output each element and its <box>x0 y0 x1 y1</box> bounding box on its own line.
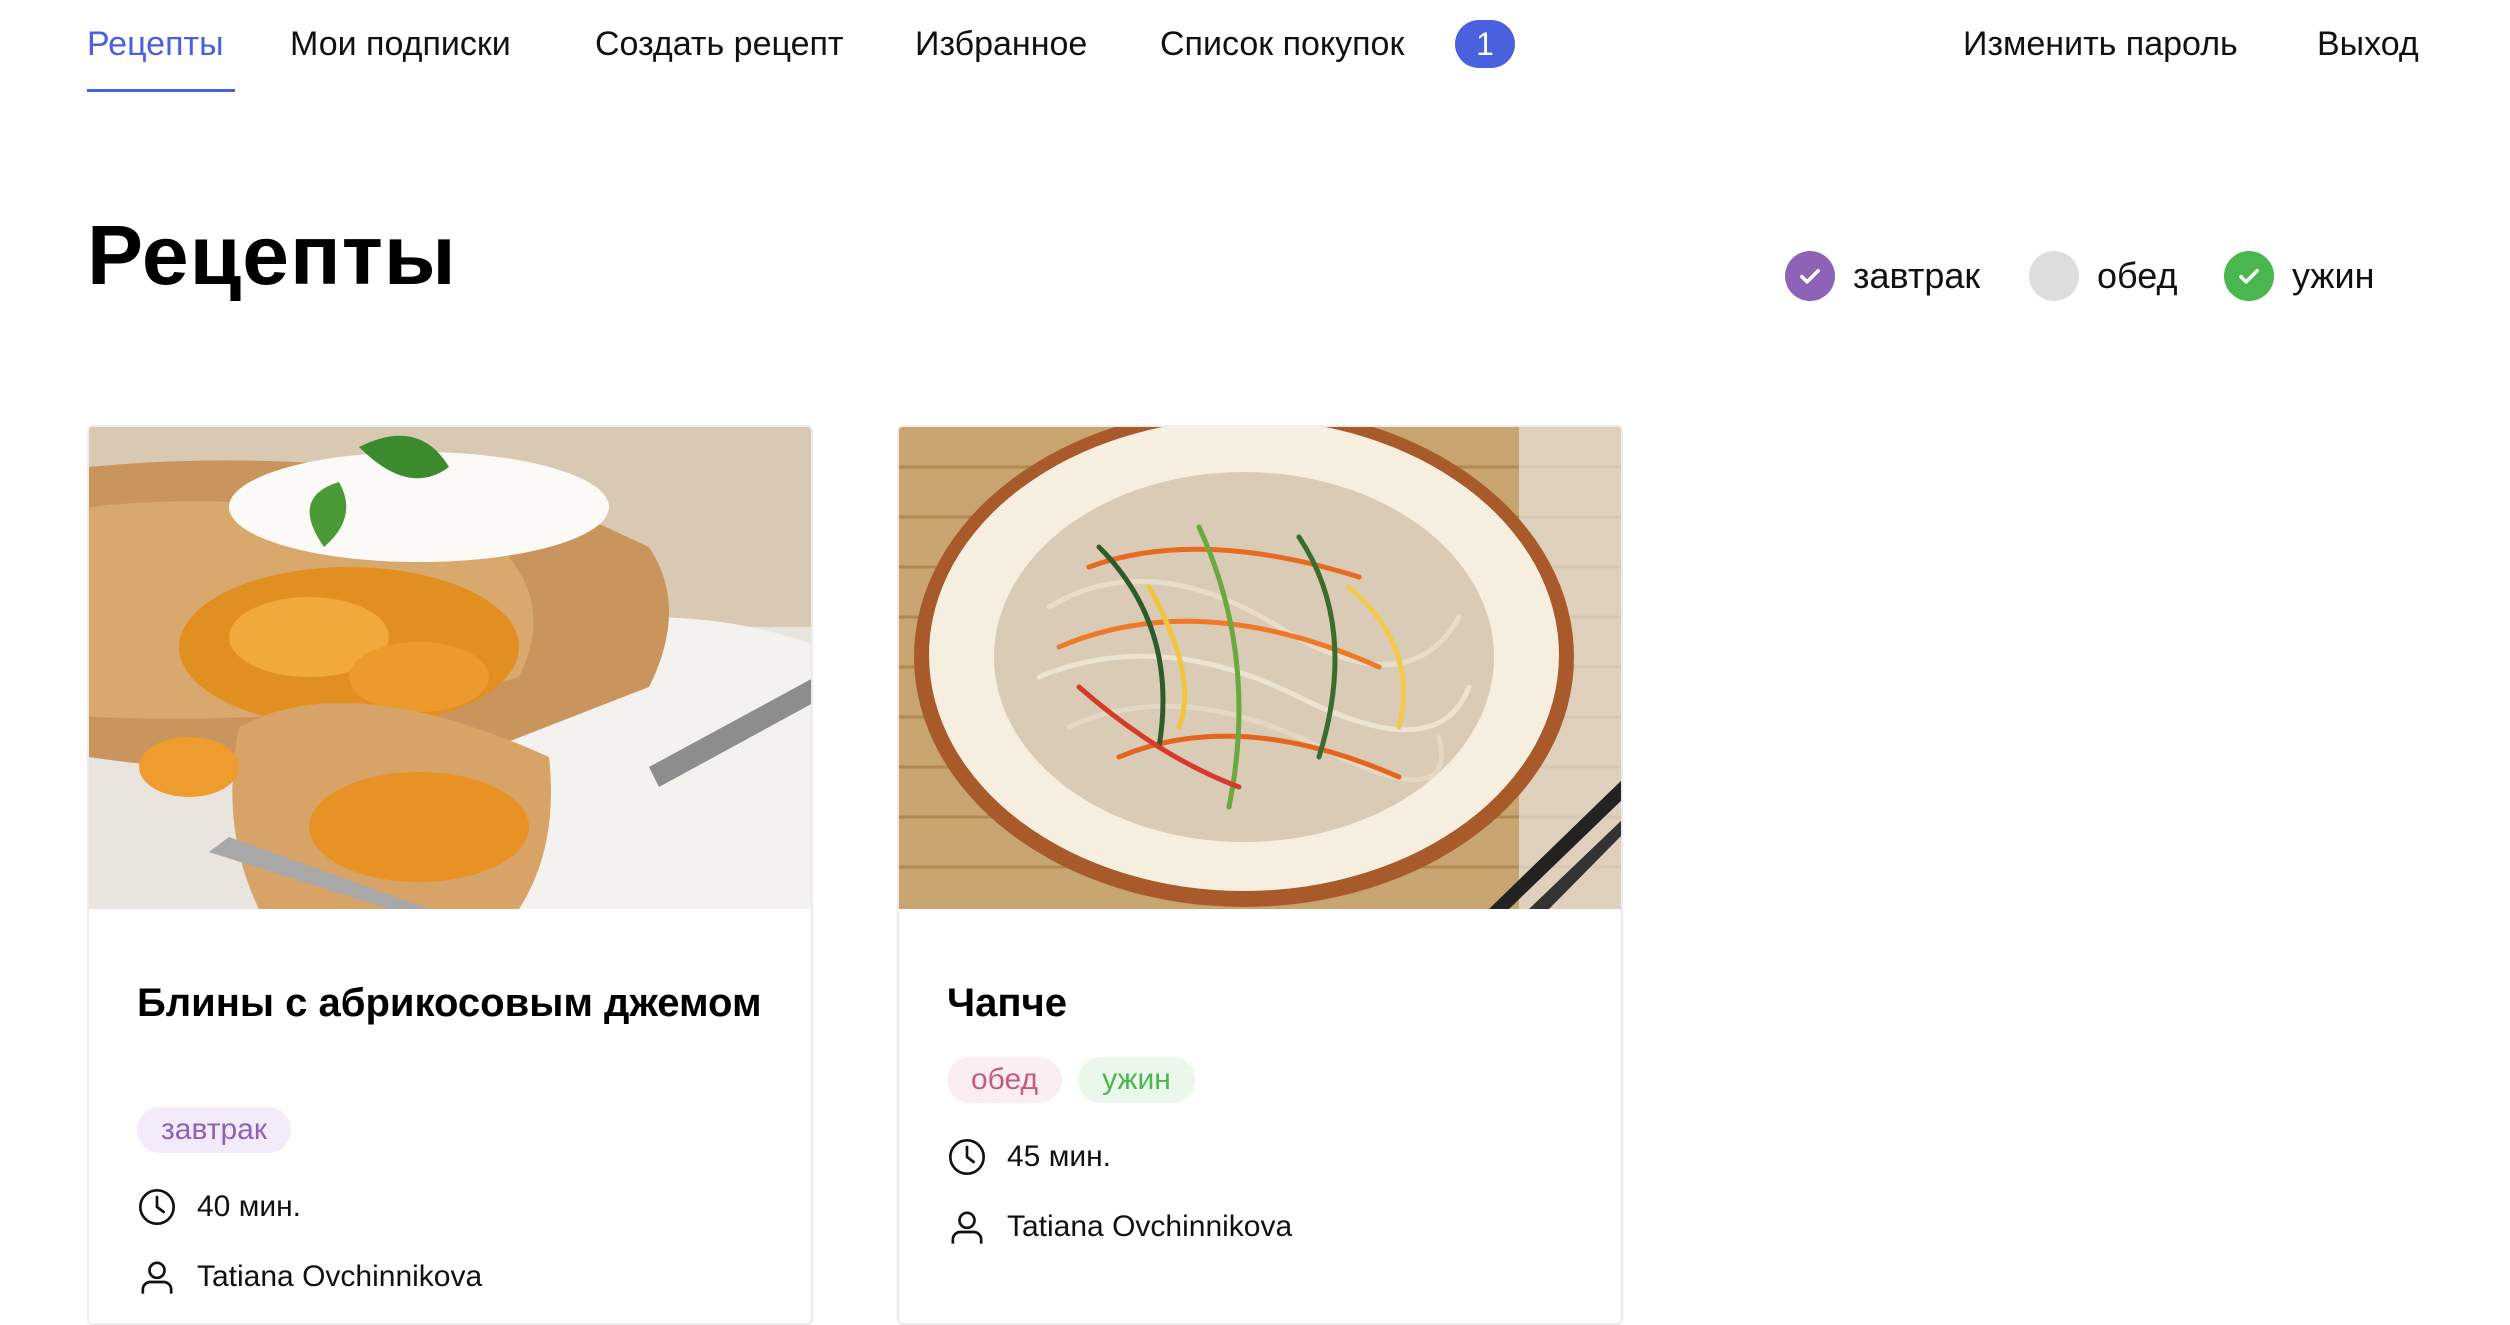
recipe-tags: завтрак <box>137 1107 291 1153</box>
tag-dinner: ужин <box>1078 1057 1195 1103</box>
recipe-author-name[interactable]: Tatiana Ovchinnikova <box>1007 1207 1292 1247</box>
pancakes-photo <box>89 427 811 909</box>
recipe-time-text: 40 мин. <box>197 1190 301 1223</box>
recipe-time-text: 45 мин. <box>1007 1140 1111 1173</box>
filter-breakfast-label: завтрак <box>1853 255 1981 296</box>
filter-lunch-label: обед <box>2097 255 2178 296</box>
nav-create-recipe[interactable]: Создать рецепт <box>595 20 843 68</box>
nav-change-password[interactable]: Изменить пароль <box>1963 20 2238 68</box>
nav-recipes[interactable]: Рецепты <box>87 20 224 68</box>
check-icon <box>2239 269 2259 284</box>
filter-lunch-checkbox[interactable] <box>2029 251 2079 301</box>
recipe-time: 45 мин. <box>947 1137 1111 1177</box>
shopping-list-count-badge[interactable]: 1 <box>1455 20 1515 68</box>
recipe-card[interactable]: Блины с абрикосовым джемом завтрак 40 ми… <box>87 425 813 1325</box>
filter-breakfast[interactable]: завтрак <box>1785 250 1980 302</box>
recipe-tags: обед ужин <box>947 1057 1195 1103</box>
recipe-card[interactable]: Чапче обед ужин 45 мин. Tatiana Ovchinni… <box>897 425 1623 1325</box>
page-title: Рецепты <box>87 208 457 302</box>
recipe-title[interactable]: Блины с абрикосовым джемом <box>137 979 777 1027</box>
filter-dinner-label: ужин <box>2292 255 2375 296</box>
recipe-time: 40 мин. <box>137 1187 301 1227</box>
user-icon <box>141 1261 173 1294</box>
nav-active-indicator <box>87 89 235 92</box>
filter-lunch[interactable]: обед <box>2029 250 2177 302</box>
recipe-author[interactable]: Tatiana Ovchinnikova <box>947 1207 1292 1247</box>
clock-icon <box>949 1139 985 1175</box>
check-icon <box>1800 269 1820 284</box>
user-icon <box>951 1211 983 1244</box>
tag-lunch: обед <box>947 1057 1063 1103</box>
nav-shopping-list[interactable]: Список покупок <box>1160 20 1404 68</box>
filter-dinner-checkbox[interactable] <box>2224 251 2274 301</box>
recipe-title[interactable]: Чапче <box>947 979 1587 1027</box>
tag-breakfast: завтрак <box>137 1107 291 1153</box>
nav-favorites[interactable]: Избранное <box>915 20 1087 68</box>
recipe-image[interactable] <box>899 427 1621 909</box>
recipe-author[interactable]: Tatiana Ovchinnikova <box>137 1257 482 1297</box>
japchae-photo <box>899 427 1621 909</box>
filter-dinner[interactable]: ужин <box>2224 250 2374 302</box>
recipe-author-name[interactable]: Tatiana Ovchinnikova <box>197 1257 482 1297</box>
nav-subscriptions[interactable]: Мои подписки <box>290 20 511 68</box>
recipe-image[interactable] <box>89 427 811 909</box>
clock-icon <box>139 1189 175 1225</box>
filter-breakfast-checkbox[interactable] <box>1785 251 1835 301</box>
top-navigation: Рецепты Мои подписки Создать рецепт Избр… <box>0 0 2510 95</box>
nav-logout[interactable]: Выход <box>2317 20 2419 68</box>
